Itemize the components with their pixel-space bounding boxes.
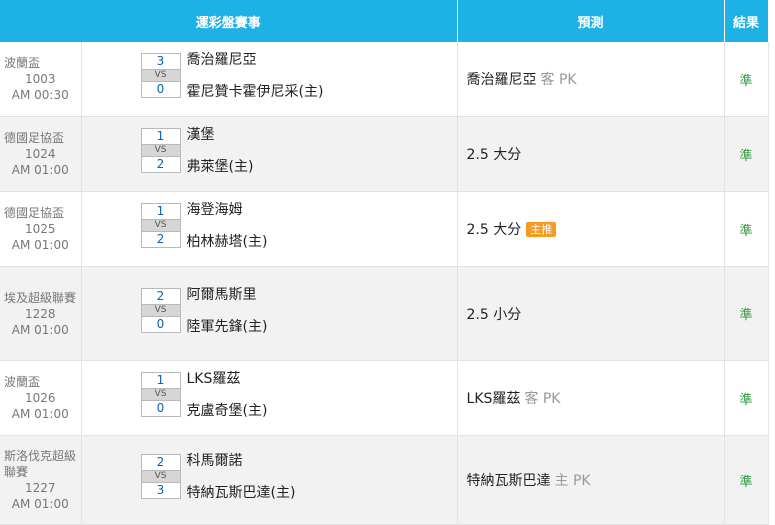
home-score: 0 [156, 401, 165, 415]
match-number: 1003 [24, 72, 56, 86]
match-cell: 1 VS 0 LKS羅茲 克盧奇堡(主) [81, 360, 458, 436]
away-team[interactable]: 漢堡 [187, 126, 215, 144]
home-score: 0 [156, 82, 165, 96]
home-team[interactable]: 弗萊堡(主) [187, 158, 254, 176]
prediction-text: 2.5 大分 [466, 147, 522, 163]
vs-label: VS [141, 69, 180, 82]
prediction-text: LKS羅茲 [466, 391, 521, 407]
league-name: 德國足協盃 [4, 131, 65, 145]
prediction-side: 客 PK [540, 72, 577, 88]
table-row[interactable]: 埃及超級聯賽 1228 AM 01:00 2 VS 0 阿爾馬斯里 陸軍先鋒(主… [0, 266, 769, 361]
match-time: AM 01:00 [11, 238, 69, 252]
vs-label: VS [141, 388, 180, 401]
away-team[interactable]: 海登海姆 [187, 201, 243, 219]
away-score: 1 [156, 373, 165, 387]
table-row[interactable]: 波蘭盃 1026 AM 01:00 1 VS 0 LKS羅茲 克盧奇堡(主) L… [0, 360, 769, 436]
table-row[interactable]: 波蘭盃 1003 AM 00:30 3 VS 0 喬治羅尼亞 霍尼贊卡霍伊尼采(… [0, 42, 769, 117]
league-cell: 埃及超級聯賽 1228 AM 01:00 [0, 266, 82, 361]
table-row[interactable]: 斯洛伐克超級聯賽 1227 AM 01:00 2 VS 3 科馬爾諾 特納瓦斯巴… [0, 435, 769, 525]
league-name: 德國足協盃 [4, 206, 65, 220]
prediction-cell: 2.5 大分 主推 [457, 191, 725, 267]
vs-label: VS [141, 470, 180, 483]
prediction-cell: LKS羅茲客 PK [457, 360, 725, 436]
table-row[interactable]: 德國足協盃 1024 AM 01:00 1 VS 2 漢堡 弗萊堡(主) 2.5… [0, 116, 769, 192]
result-cell: 準 [724, 116, 769, 192]
result-cell: 準 [724, 435, 769, 525]
match-cell: 1 VS 2 海登海姆 柏林赫塔(主) [81, 191, 458, 267]
match-time: AM 01:00 [11, 322, 69, 337]
table-row[interactable]: 德國足協盃 1025 AM 01:00 1 VS 2 海登海姆 柏林赫塔(主) … [0, 191, 769, 267]
home-score: 3 [156, 483, 165, 497]
result-cell: 準 [724, 266, 769, 361]
vs-label: VS [141, 144, 180, 157]
prediction-cell: 特納瓦斯巴達主 PK [457, 435, 725, 525]
score-box: 1 VS 0 [140, 372, 181, 417]
home-team[interactable]: 特納瓦斯巴達(主) [187, 484, 296, 502]
prediction-cell: 2.5 小分 [457, 266, 725, 361]
home-score: 2 [156, 232, 165, 246]
score-box: 3 VS 0 [140, 53, 181, 98]
score-box: 1 VS 2 [140, 203, 181, 248]
league-cell: 波蘭盃 1003 AM 00:30 [0, 42, 82, 117]
away-team[interactable]: 阿爾馬斯里 [187, 286, 257, 304]
result-cell: 準 [724, 191, 769, 267]
home-score: 2 [156, 157, 165, 171]
match-cell: 2 VS 0 阿爾馬斯里 陸軍先鋒(主) [81, 266, 458, 361]
league-name: 斯洛伐克超級聯賽 [4, 449, 77, 479]
away-score: 2 [156, 289, 165, 303]
header-result: 結果 [724, 0, 769, 42]
result-cell: 準 [724, 42, 769, 117]
match-number: 1227 [24, 481, 56, 495]
prediction-side: 主 PK [554, 473, 591, 489]
predictions-table: 運彩盤賽事 預測 結果 波蘭盃 1003 AM 00:30 3 VS 0 喬治羅… [0, 0, 769, 525]
score-box: 2 VS 0 [140, 288, 181, 333]
away-team[interactable]: 喬治羅尼亞 [187, 51, 257, 69]
score-box: 1 VS 2 [140, 128, 181, 173]
match-cell: 3 VS 0 喬治羅尼亞 霍尼贊卡霍伊尼采(主) [81, 42, 458, 117]
league-name: 波蘭盃 [4, 56, 41, 70]
league-cell: 斯洛伐克超級聯賽 1227 AM 01:00 [0, 435, 82, 525]
prediction-text: 2.5 小分 [466, 306, 522, 323]
home-team[interactable]: 克盧奇堡(主) [187, 402, 268, 420]
match-number: 1228 [24, 306, 56, 321]
result-cell: 準 [724, 360, 769, 436]
home-team[interactable]: 霍尼贊卡霍伊尼采(主) [187, 83, 324, 101]
away-score: 2 [156, 455, 165, 469]
match-time: AM 01:00 [11, 407, 69, 421]
vs-label: VS [141, 304, 180, 317]
header-prediction: 預測 [457, 0, 725, 42]
match-number: 1026 [24, 391, 56, 405]
home-score: 0 [156, 317, 165, 331]
prediction-side: 客 PK [524, 391, 561, 407]
away-team[interactable]: LKS羅茲 [187, 370, 241, 388]
match-number: 1025 [24, 222, 56, 236]
vs-label: VS [141, 219, 180, 232]
match-time: AM 00:30 [11, 88, 69, 102]
league-cell: 德國足協盃 1025 AM 01:00 [0, 191, 82, 267]
match-cell: 2 VS 3 科馬爾諾 特納瓦斯巴達(主) [81, 435, 458, 525]
away-score: 1 [156, 204, 165, 218]
league-cell: 波蘭盃 1026 AM 01:00 [0, 360, 82, 436]
featured-badge: 主推 [526, 222, 557, 237]
prediction-cell: 2.5 大分 [457, 116, 725, 192]
match-number: 1024 [24, 147, 56, 161]
prediction-text: 2.5 大分 [466, 222, 522, 238]
league-name: 埃及超級聯賽 [4, 290, 77, 305]
away-score: 1 [156, 129, 165, 143]
score-box: 2 VS 3 [140, 454, 181, 499]
table-header-row: 運彩盤賽事 預測 結果 [0, 0, 769, 42]
home-team[interactable]: 陸軍先鋒(主) [187, 318, 268, 336]
match-cell: 1 VS 2 漢堡 弗萊堡(主) [81, 116, 458, 192]
away-score: 3 [156, 54, 165, 68]
away-team[interactable]: 科馬爾諾 [187, 452, 243, 470]
match-time: AM 01:00 [11, 163, 69, 177]
league-cell: 德國足協盃 1024 AM 01:00 [0, 116, 82, 192]
home-team[interactable]: 柏林赫塔(主) [187, 233, 268, 251]
prediction-cell: 喬治羅尼亞客 PK [457, 42, 725, 117]
match-time: AM 01:00 [11, 497, 69, 511]
league-name: 波蘭盃 [4, 375, 41, 389]
header-event: 運彩盤賽事 [0, 0, 458, 42]
prediction-text: 特納瓦斯巴達 [466, 473, 551, 489]
prediction-text: 喬治羅尼亞 [466, 72, 537, 88]
